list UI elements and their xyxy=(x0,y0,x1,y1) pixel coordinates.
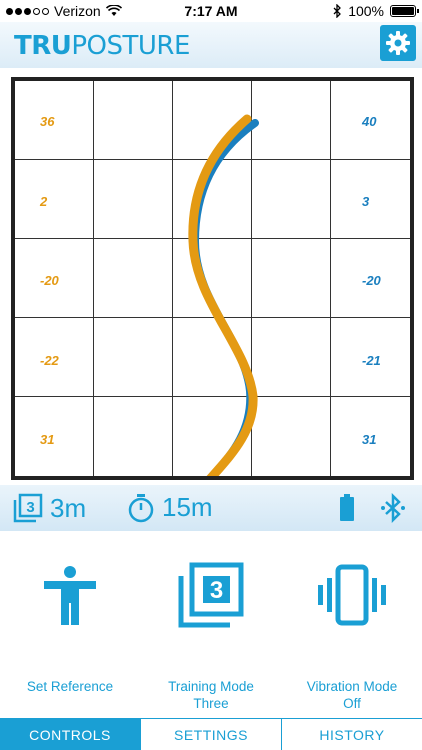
battery-icon xyxy=(390,5,419,17)
vibration-mode-label: Vibration Mode Off xyxy=(306,679,398,711)
set-reference-label: Set Reference xyxy=(26,679,114,694)
timer-value: 15m xyxy=(162,492,213,522)
left-value-row-4: -22 xyxy=(40,353,59,368)
set-reference-button[interactable]: Set Reference xyxy=(0,545,140,694)
svg-text:3: 3 xyxy=(26,499,34,516)
training-mode-status: 3 3m xyxy=(12,492,86,524)
svg-text:3: 3 xyxy=(210,577,223,604)
right-value-row-2: 3 xyxy=(362,194,370,209)
app-logo: TRUPOSTURE xyxy=(14,31,190,61)
left-value-row-1: 36 xyxy=(40,114,55,129)
settings-button[interactable] xyxy=(380,25,416,61)
training-mode-three-icon: 3 xyxy=(178,562,244,628)
stopwatch-icon xyxy=(128,493,154,522)
tab-settings[interactable]: SETTINGS xyxy=(141,719,282,750)
left-value-row-2: 2 xyxy=(40,194,48,209)
device-battery-icon xyxy=(340,494,354,521)
left-value-row-3: -20 xyxy=(40,273,59,288)
bluetooth-status-icon xyxy=(333,4,342,18)
app-header: TRUPOSTURE xyxy=(0,22,422,68)
right-value-row-5: 31 xyxy=(362,432,377,447)
training-mode-icon: 3 xyxy=(13,493,43,523)
training-mode-label: Training Mode Three xyxy=(168,679,254,711)
posture-grid: 36 2 -20 -22 31 40 3 -20 -21 31 xyxy=(11,77,414,480)
tab-controls[interactable]: CONTROLS xyxy=(0,719,141,750)
left-value-row-5: 31 xyxy=(40,432,55,447)
right-value-row-1: 40 xyxy=(362,114,377,129)
info-bar: 3 3m 15m xyxy=(0,485,422,531)
tab-history[interactable]: HISTORY xyxy=(282,719,422,750)
battery-percent: 100% xyxy=(348,3,384,19)
gear-icon xyxy=(386,31,410,55)
mode-time-value: 3m xyxy=(50,492,87,523)
right-value-row-4: -21 xyxy=(362,353,381,368)
vibration-mode-button[interactable]: Vibration Mode Off xyxy=(282,545,422,711)
status-bar: Verizon 7:17 AM 100% xyxy=(0,0,422,22)
timer-status: 15m xyxy=(126,492,213,523)
bluetooth-icon xyxy=(381,493,405,523)
spine-curves xyxy=(188,114,259,476)
vibration-phone-icon xyxy=(318,564,386,626)
right-value-row-3: -20 xyxy=(362,273,381,288)
training-mode-button[interactable]: 3 Training Mode Three xyxy=(141,545,281,711)
person-arms-out-icon xyxy=(44,566,96,625)
bottom-tab-bar: CONTROLS SETTINGS HISTORY xyxy=(0,718,422,750)
